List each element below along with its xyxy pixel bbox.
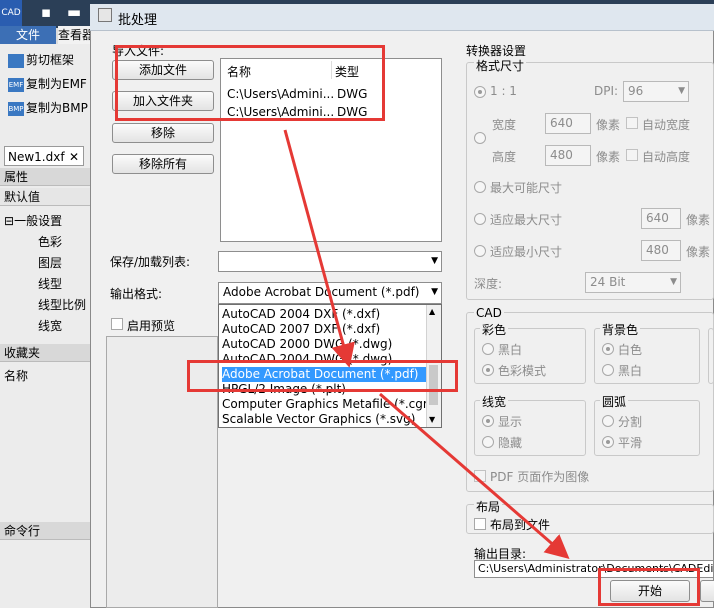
annotation-arrows bbox=[283, 129, 570, 559]
arrow-to-start bbox=[379, 392, 570, 559]
arrow-to-pdf-option bbox=[283, 129, 355, 368]
